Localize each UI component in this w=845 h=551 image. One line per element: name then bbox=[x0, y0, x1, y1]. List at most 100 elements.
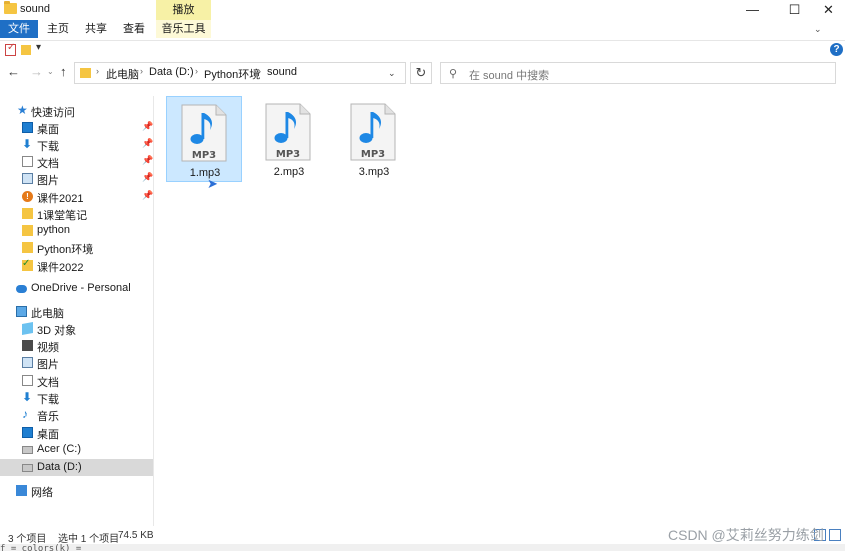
new-folder-icon[interactable] bbox=[21, 45, 31, 55]
sidebar-item-python-env[interactable]: Python环境 bbox=[0, 239, 153, 256]
title-bar: sound 播放 — ☐ ✕ bbox=[0, 0, 845, 20]
breadcrumb-data-drive[interactable]: Data (D:) bbox=[149, 66, 194, 78]
search-icon: ⚲ bbox=[449, 68, 458, 80]
sidebar-item-label: 音乐 bbox=[37, 411, 59, 423]
chevron-down-icon[interactable]: ⌄ bbox=[388, 68, 396, 79]
tab-file[interactable]: 文件 bbox=[0, 20, 38, 38]
sidebar-item-pc-documents[interactable]: 文档 bbox=[0, 372, 153, 389]
file-item[interactable]: MP3 1.mp3 bbox=[166, 96, 242, 182]
close-button[interactable]: ✕ bbox=[806, 0, 845, 20]
sidebar-item-onedrive[interactable]: OneDrive - Personal bbox=[0, 280, 153, 297]
sidebar-item-courseware-2021[interactable]: ! 课件2021 📌 bbox=[0, 188, 153, 205]
background-code-line: f = colors(k) = bbox=[0, 544, 845, 551]
sidebar-item-courseware-2022[interactable]: 课件2022 bbox=[0, 257, 153, 274]
item-count: 3 个项目 bbox=[8, 534, 47, 545]
context-tab-play[interactable]: 播放 bbox=[156, 0, 211, 20]
selection-count: 选中 1 个项目 bbox=[58, 534, 120, 545]
file-type-badge: MP3 bbox=[361, 149, 385, 160]
sidebar-item-label: 3D 对象 bbox=[37, 325, 77, 337]
pin-icon[interactable]: 📌 bbox=[142, 155, 153, 166]
address-bar[interactable]: › 此电脑 › Data (D:) › Python环境 › sound ⌄ bbox=[74, 62, 406, 84]
picture-icon bbox=[22, 173, 33, 184]
breadcrumb-sound[interactable]: sound bbox=[267, 66, 297, 78]
sidebar-item-3d-objects[interactable]: 3D 对象 bbox=[0, 320, 153, 337]
chevron-down-icon[interactable]: ⌄ bbox=[814, 24, 822, 35]
sidebar-item-label: 此电脑 bbox=[31, 308, 64, 320]
chevron-right-icon[interactable]: › bbox=[258, 66, 261, 76]
sidebar-item-label: 文档 bbox=[37, 158, 59, 170]
cube-icon bbox=[22, 322, 33, 335]
sidebar-item-documents[interactable]: 文档 📌 bbox=[0, 153, 153, 170]
folder-icon bbox=[22, 208, 33, 219]
sidebar-item-label: 1课堂笔记 bbox=[37, 210, 88, 222]
forward-arrow-icon[interactable]: → bbox=[30, 64, 43, 79]
minimize-button[interactable]: — bbox=[730, 0, 775, 20]
document-icon bbox=[22, 375, 33, 386]
sync-warning-icon: ! bbox=[22, 191, 33, 202]
tab-music-tools[interactable]: 音乐工具 bbox=[156, 20, 211, 38]
pin-icon[interactable]: 📌 bbox=[142, 121, 153, 132]
sidebar-item-label: 桌面 bbox=[37, 124, 59, 136]
mp3-file-icon: MP3 bbox=[265, 103, 311, 161]
file-name: 2.mp3 bbox=[273, 166, 305, 178]
sidebar-item-label: Python环境 bbox=[37, 244, 94, 256]
cloud-icon bbox=[16, 285, 27, 293]
file-type-badge: MP3 bbox=[192, 150, 216, 161]
computer-icon bbox=[16, 306, 27, 317]
sidebar-item-downloads[interactable]: ⬇ 下载 📌 bbox=[0, 136, 153, 153]
navigation-pane: ★ 快速访问 桌面 📌 ⬇ 下载 📌 文档 📌 图片 📌 ! 课件2021 📌 … bbox=[0, 96, 154, 526]
chevron-right-icon[interactable]: › bbox=[195, 66, 198, 76]
sidebar-item-label: Data (D:) bbox=[37, 461, 82, 473]
sidebar-item-label: 网络 bbox=[31, 487, 53, 499]
sidebar-item-drive-d[interactable]: Data (D:) bbox=[0, 459, 153, 476]
sidebar-item-label: 快速访问 bbox=[31, 107, 75, 119]
tab-home[interactable]: 主页 bbox=[40, 20, 76, 38]
chevron-right-icon[interactable]: › bbox=[140, 66, 143, 76]
breadcrumb-python-env[interactable]: Python环境 bbox=[204, 66, 260, 82]
sidebar-item-pc-downloads[interactable]: ⬇ 下载 bbox=[0, 389, 153, 406]
properties-icon[interactable] bbox=[5, 42, 16, 56]
folder-icon bbox=[22, 242, 33, 253]
sidebar-item-pictures[interactable]: 图片 📌 bbox=[0, 170, 153, 187]
breadcrumb-this-pc[interactable]: 此电脑 bbox=[106, 66, 139, 82]
sidebar-item-quick-access[interactable]: ★ 快速访问 bbox=[0, 102, 153, 119]
download-icon: ⬇ bbox=[22, 390, 33, 404]
sidebar-item-drive-c[interactable]: Acer (C:) bbox=[0, 441, 153, 458]
sidebar-item-label: 桌面 bbox=[37, 429, 59, 441]
synced-folder-icon bbox=[22, 258, 33, 271]
folder-icon bbox=[4, 1, 17, 14]
sidebar-item-this-pc[interactable]: 此电脑 bbox=[0, 303, 153, 320]
sidebar-item-music[interactable]: ♪ 音乐 bbox=[0, 406, 153, 423]
chevron-right-icon[interactable]: › bbox=[96, 66, 99, 76]
pin-icon[interactable]: 📌 bbox=[142, 138, 153, 149]
sidebar-item-network[interactable]: 网络 bbox=[0, 482, 153, 499]
recent-locations-icon[interactable]: ⌄ bbox=[47, 67, 54, 76]
file-name: 3.mp3 bbox=[358, 166, 390, 178]
customize-toolbar-icon[interactable]: ▾ bbox=[36, 42, 41, 53]
large-icons-view-icon[interactable] bbox=[829, 529, 841, 541]
up-arrow-icon[interactable]: ↑ bbox=[60, 64, 67, 79]
selection-size: 74.5 KB bbox=[118, 530, 154, 541]
search-input[interactable]: ⚲ 在 sound 中搜索 bbox=[440, 62, 836, 84]
sidebar-item-pc-pictures[interactable]: 图片 bbox=[0, 354, 153, 371]
desktop-icon bbox=[22, 427, 33, 438]
sidebar-item-pc-desktop[interactable]: 桌面 bbox=[0, 424, 153, 441]
sidebar-item-label: python bbox=[37, 224, 71, 236]
sidebar-item-python[interactable]: python bbox=[0, 222, 153, 239]
desktop-icon bbox=[22, 122, 33, 133]
tab-view[interactable]: 查看 bbox=[116, 20, 152, 38]
file-type-badge: MP3 bbox=[276, 149, 300, 160]
pin-icon[interactable]: 📌 bbox=[142, 172, 153, 183]
tab-share[interactable]: 共享 bbox=[78, 20, 114, 38]
refresh-icon[interactable]: ↻ bbox=[410, 62, 432, 84]
sidebar-item-class-notes[interactable]: 1课堂笔记 bbox=[0, 205, 153, 222]
file-item[interactable]: MP3 2.mp3 bbox=[251, 96, 327, 182]
window-title: sound bbox=[20, 3, 50, 15]
sidebar-item-desktop[interactable]: 桌面 📌 bbox=[0, 119, 153, 136]
network-icon bbox=[16, 485, 27, 496]
sidebar-item-videos[interactable]: 视频 bbox=[0, 337, 153, 354]
back-arrow-icon[interactable]: ← bbox=[7, 64, 20, 79]
pin-icon[interactable]: 📌 bbox=[142, 190, 153, 201]
sidebar-item-label: Acer (C:) bbox=[37, 443, 81, 455]
file-item[interactable]: MP3 3.mp3 bbox=[336, 96, 412, 182]
